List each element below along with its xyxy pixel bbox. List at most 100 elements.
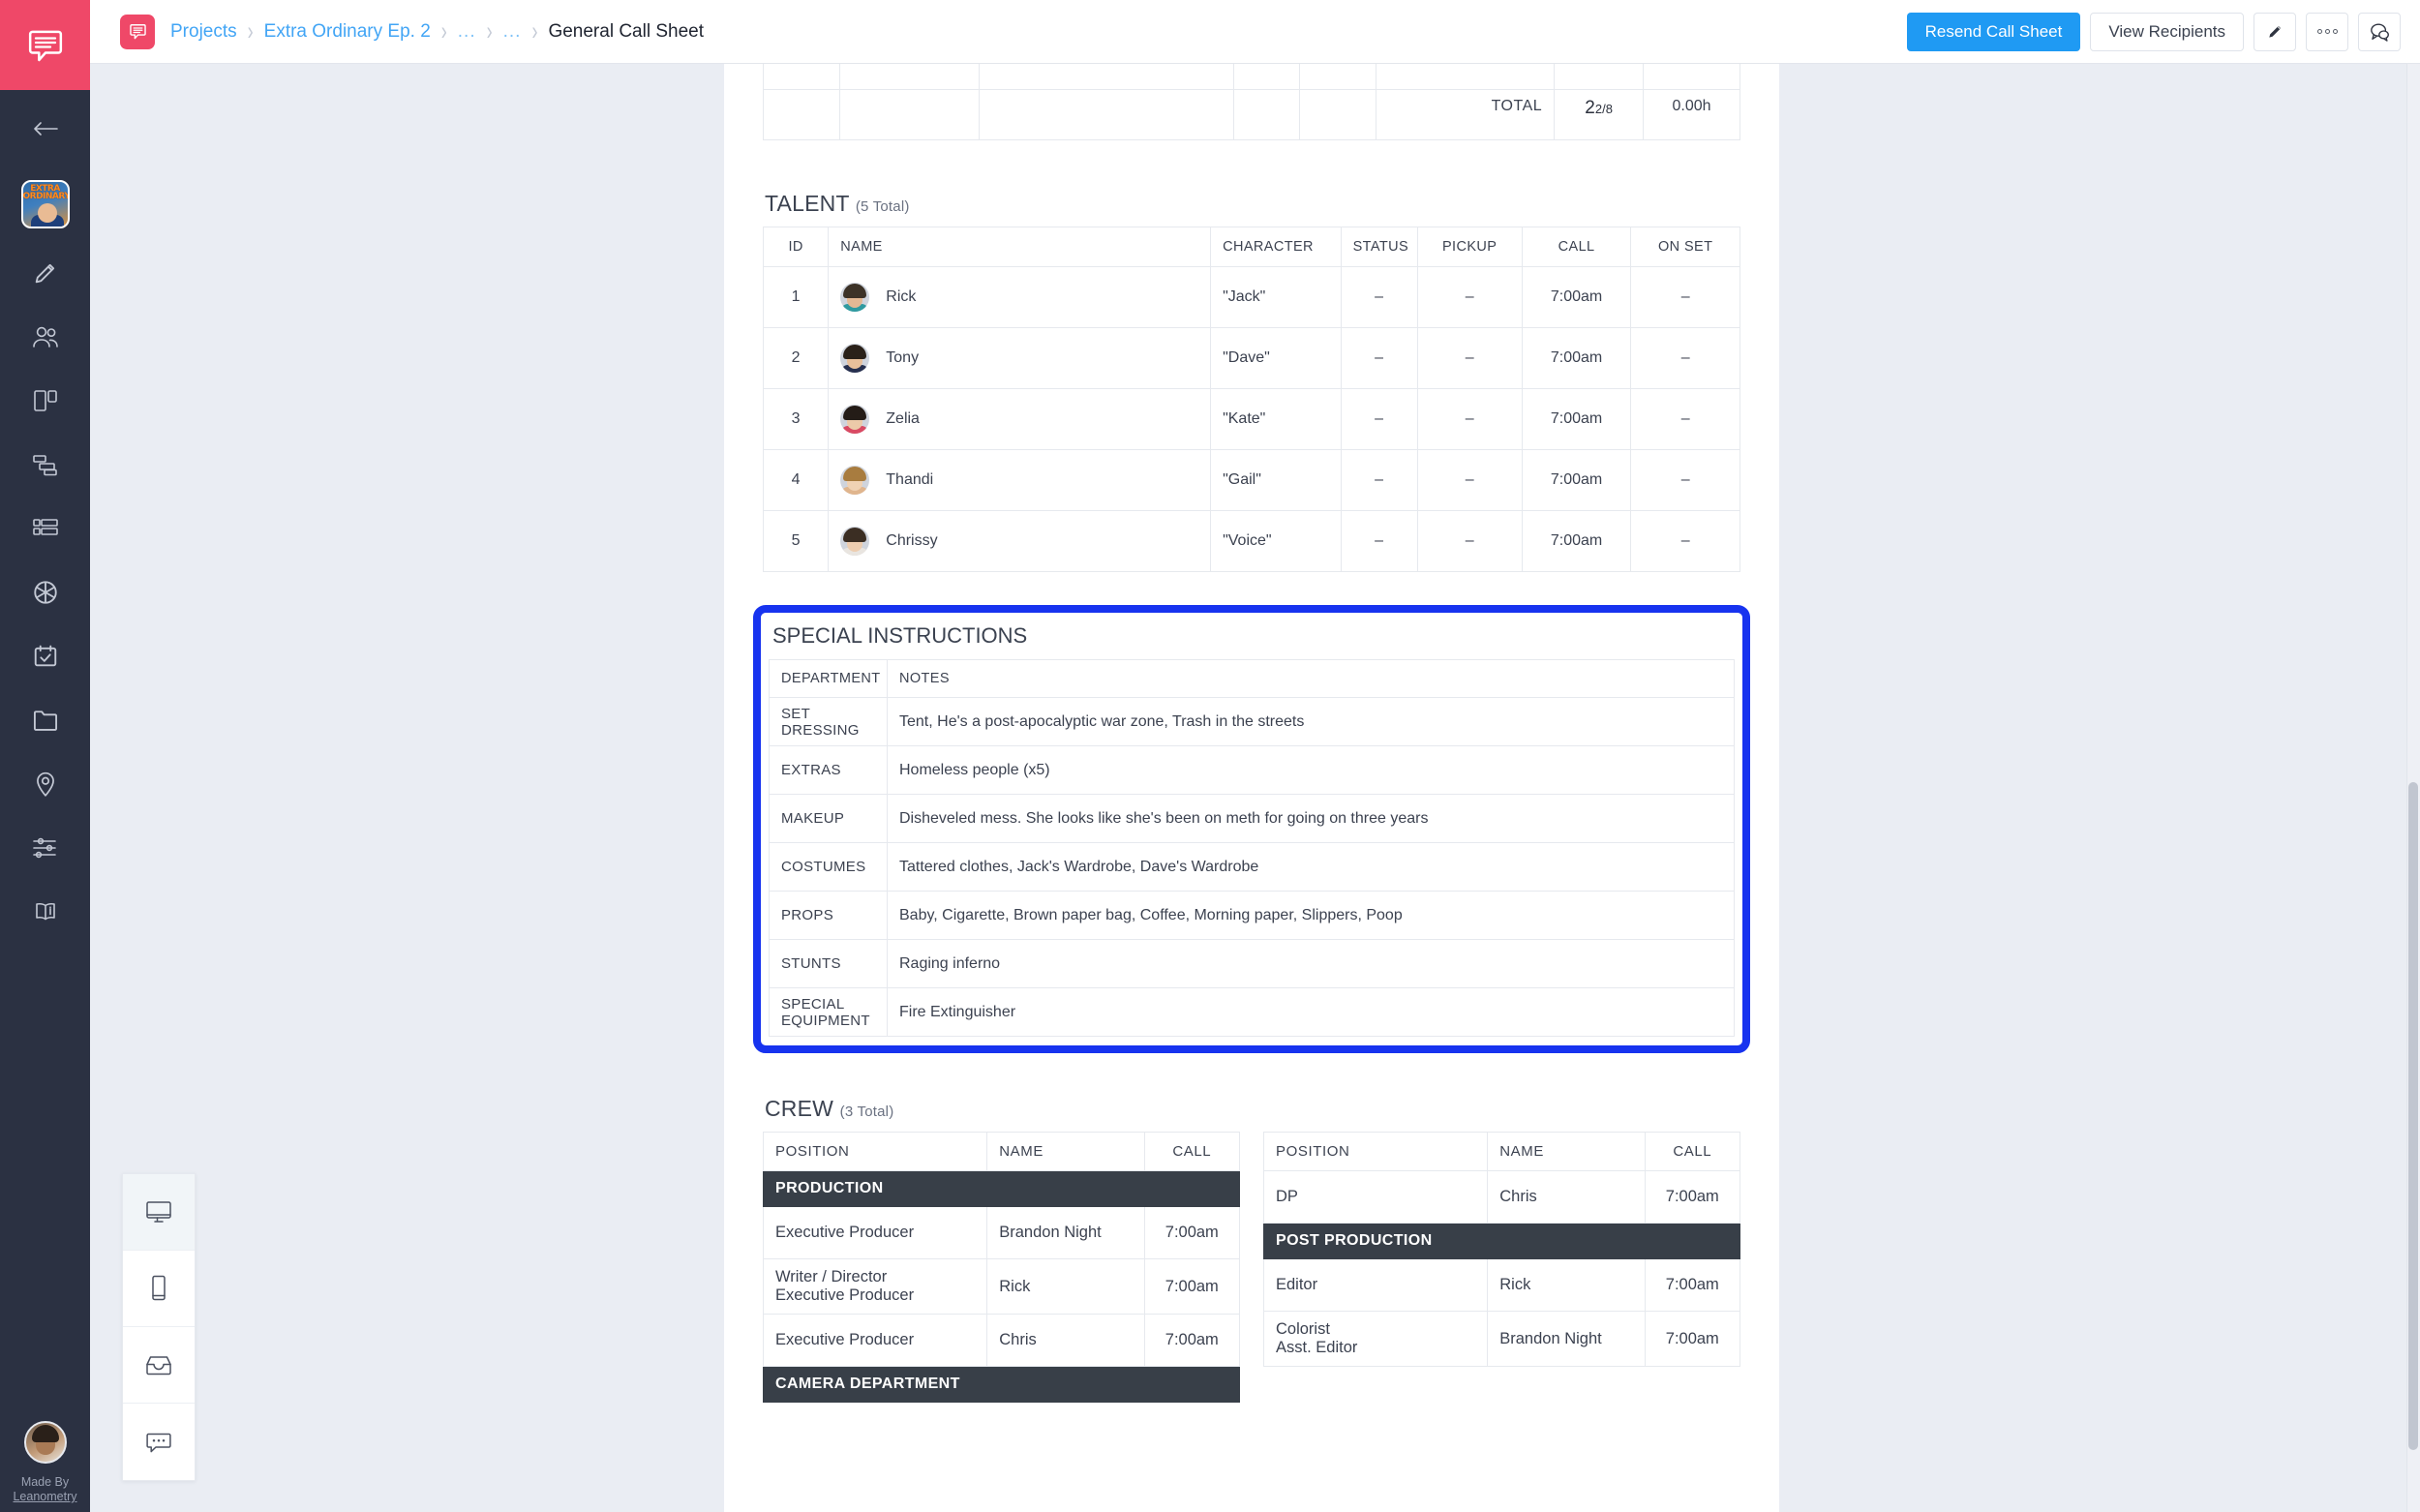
table-row: Writer / Director Executive Producer Rick 7… (762, 1258, 1241, 1315)
cell-name: Rick (1487, 1258, 1646, 1312)
column-position: POSITION (762, 1132, 988, 1171)
table-total-row: TOTAL 22/8 0.00h (763, 89, 1740, 140)
top-header: Projects › Extra Ordinary Ep. 2 › ... › … (90, 0, 2420, 64)
ellipsis-icon (2316, 29, 2338, 34)
view-mobile[interactable] (123, 1251, 195, 1327)
crew-position-line: Asst. Editor (1276, 1339, 1358, 1356)
breadcrumb-project[interactable]: Extra Ordinary Ep. 2 (264, 21, 431, 43)
crew-department-label: PRODUCTION (763, 1170, 1240, 1207)
crew-section: CREW (3 Total) POSITION NAME CALL PRODUC… (762, 1096, 1741, 1403)
book-info-icon (35, 902, 55, 921)
folder-icon (33, 711, 57, 731)
cell-call: 7:00am (1143, 1206, 1241, 1259)
talent-section: TALENT (5 Total) ID NAME CHARACTER STATU… (762, 191, 1740, 572)
cell-on-set: – (1630, 510, 1740, 572)
sidebar-item-schedule[interactable] (0, 433, 90, 497)
cell-blank (838, 89, 981, 140)
table-row: 2 Tony "Dave" – –7:00am – (762, 327, 1740, 389)
mobile-icon (152, 1275, 166, 1301)
sidebar-item-settings[interactable] (0, 816, 90, 880)
project-badge[interactable] (120, 14, 155, 49)
total-label: TOTAL (1376, 89, 1556, 140)
cell-on-set: – (1630, 388, 1740, 450)
sidebar-item-help[interactable] (0, 880, 90, 944)
special-instructions-section[interactable]: SPECIAL INSTRUCTIONS DEPARTMENT NOTES SE… (753, 605, 1750, 1053)
cell-department: MAKEUP (769, 794, 888, 843)
crew-table-left: POSITION NAME CALL PRODUCTION Executive P… (762, 1132, 1241, 1403)
thumbnail-title: EXTRA ORDINARY (22, 184, 70, 201)
column-call: CALL (1521, 227, 1632, 267)
cell-character: "Gail" (1210, 449, 1342, 511)
sidebar-item-breakdown[interactable] (0, 497, 90, 560)
table-row: Executive Producer Brandon Night 7:00am (762, 1206, 1241, 1259)
cell-call: 7:00am (1521, 266, 1632, 328)
cell-id: 2 (762, 327, 830, 389)
table-row: Executive Producer Chris 7:00am (762, 1314, 1241, 1367)
view-comments[interactable] (123, 1404, 195, 1480)
column-status: STATUS (1340, 227, 1418, 267)
sidebar-item-edit[interactable] (0, 241, 90, 305)
cell-character: "Jack" (1210, 266, 1342, 328)
cell-name: Tony (828, 327, 1212, 389)
comments-button[interactable] (2358, 12, 2401, 51)
special-instructions-title: SPECIAL INSTRUCTIONS (772, 623, 1028, 648)
sidebar-item-contacts[interactable] (0, 305, 90, 369)
cell-blank (763, 64, 840, 90)
user-avatar[interactable] (23, 1421, 67, 1464)
table-header-row: DEPARTMENT NOTES (769, 659, 1735, 698)
cell-name: Chris (1487, 1170, 1646, 1224)
sidebar-item-calendar[interactable] (0, 624, 90, 688)
total-pages: 22/8 (1554, 89, 1645, 140)
column-call: CALL (1143, 1132, 1241, 1171)
cell-name: Chris (986, 1314, 1145, 1367)
breadcrumb-projects[interactable]: Projects (170, 21, 237, 43)
edit-button[interactable] (2254, 12, 2296, 51)
cell-notes: Fire Extinguisher (887, 987, 1735, 1037)
column-on-set: ON SET (1630, 227, 1740, 267)
cell-blank (763, 89, 840, 140)
app-logo[interactable] (0, 0, 90, 90)
view-desktop[interactable] (123, 1174, 195, 1251)
crew-position-line: Executive Producer (775, 1331, 915, 1348)
crew-position-line: Writer / Director (775, 1268, 888, 1285)
table-header-row: POSITION NAME CALL (1262, 1132, 1741, 1171)
document-scroll-area[interactable]: 121 around "boy scouts", hangs up th... … (90, 64, 2420, 1512)
column-name: NAME (828, 227, 1212, 267)
cell-status: – (1340, 388, 1418, 450)
cell-name: Brandon Night (986, 1206, 1145, 1259)
sidebar-item-board[interactable] (0, 369, 90, 433)
cell-department: COSTUMES (769, 842, 888, 892)
cell-call: 7:00am (1143, 1314, 1241, 1367)
crew-rows-right: DP Chris 7:00am POST PRODUCTION Editor Rick 7:… (1262, 1170, 1741, 1367)
view-inbox[interactable] (123, 1327, 195, 1404)
sidebar-item-shots[interactable] (0, 560, 90, 624)
column-position: POSITION (1262, 1132, 1489, 1171)
project-thumbnail-button[interactable]: EXTRA ORDINARY (0, 167, 90, 241)
columns-icon (33, 390, 57, 411)
table-row: SPECIAL EQUIPMENT Fire Extinguisher (769, 987, 1735, 1037)
call-sheet-document: 121 around "boy scouts", hangs up th... … (724, 64, 1779, 1512)
more-options-button[interactable] (2306, 12, 2348, 51)
sidebar-item-files[interactable] (0, 688, 90, 752)
talent-count: (5 Total) (855, 198, 910, 215)
scrollbar-thumb[interactable] (2408, 782, 2418, 1450)
crew-rows-left: PRODUCTION Executive Producer Brandon Nigh… (762, 1170, 1241, 1403)
inbox-icon (146, 1356, 171, 1376)
cell-notes: Raging inferno (887, 939, 1735, 988)
breadcrumb-ellipsis-2[interactable]: ... (503, 21, 522, 43)
resend-call-sheet-button[interactable]: Resend Call Sheet (1906, 12, 2081, 51)
footer-brand[interactable]: Leanometry (13, 1490, 76, 1504)
avatar (840, 466, 870, 495)
page-scrollbar[interactable] (2406, 64, 2420, 1512)
sidebar-back-button[interactable] (0, 90, 90, 167)
page-title: General Call Sheet (548, 20, 704, 42)
breadcrumb-ellipsis-1[interactable]: ... (458, 21, 476, 43)
view-recipients-button[interactable]: View Recipients (2090, 12, 2244, 51)
cell-call: 7:00am (1644, 1311, 1741, 1367)
column-character: CHARACTER (1210, 227, 1342, 267)
sidebar-item-locations[interactable] (0, 752, 90, 816)
cell-notes: Tent, He's a post-apocalyptic war zone, … (887, 697, 1735, 746)
cell-status: – (1340, 266, 1418, 328)
crew-position-line: Colorist (1276, 1320, 1330, 1338)
cell-id: 5 (762, 510, 830, 572)
